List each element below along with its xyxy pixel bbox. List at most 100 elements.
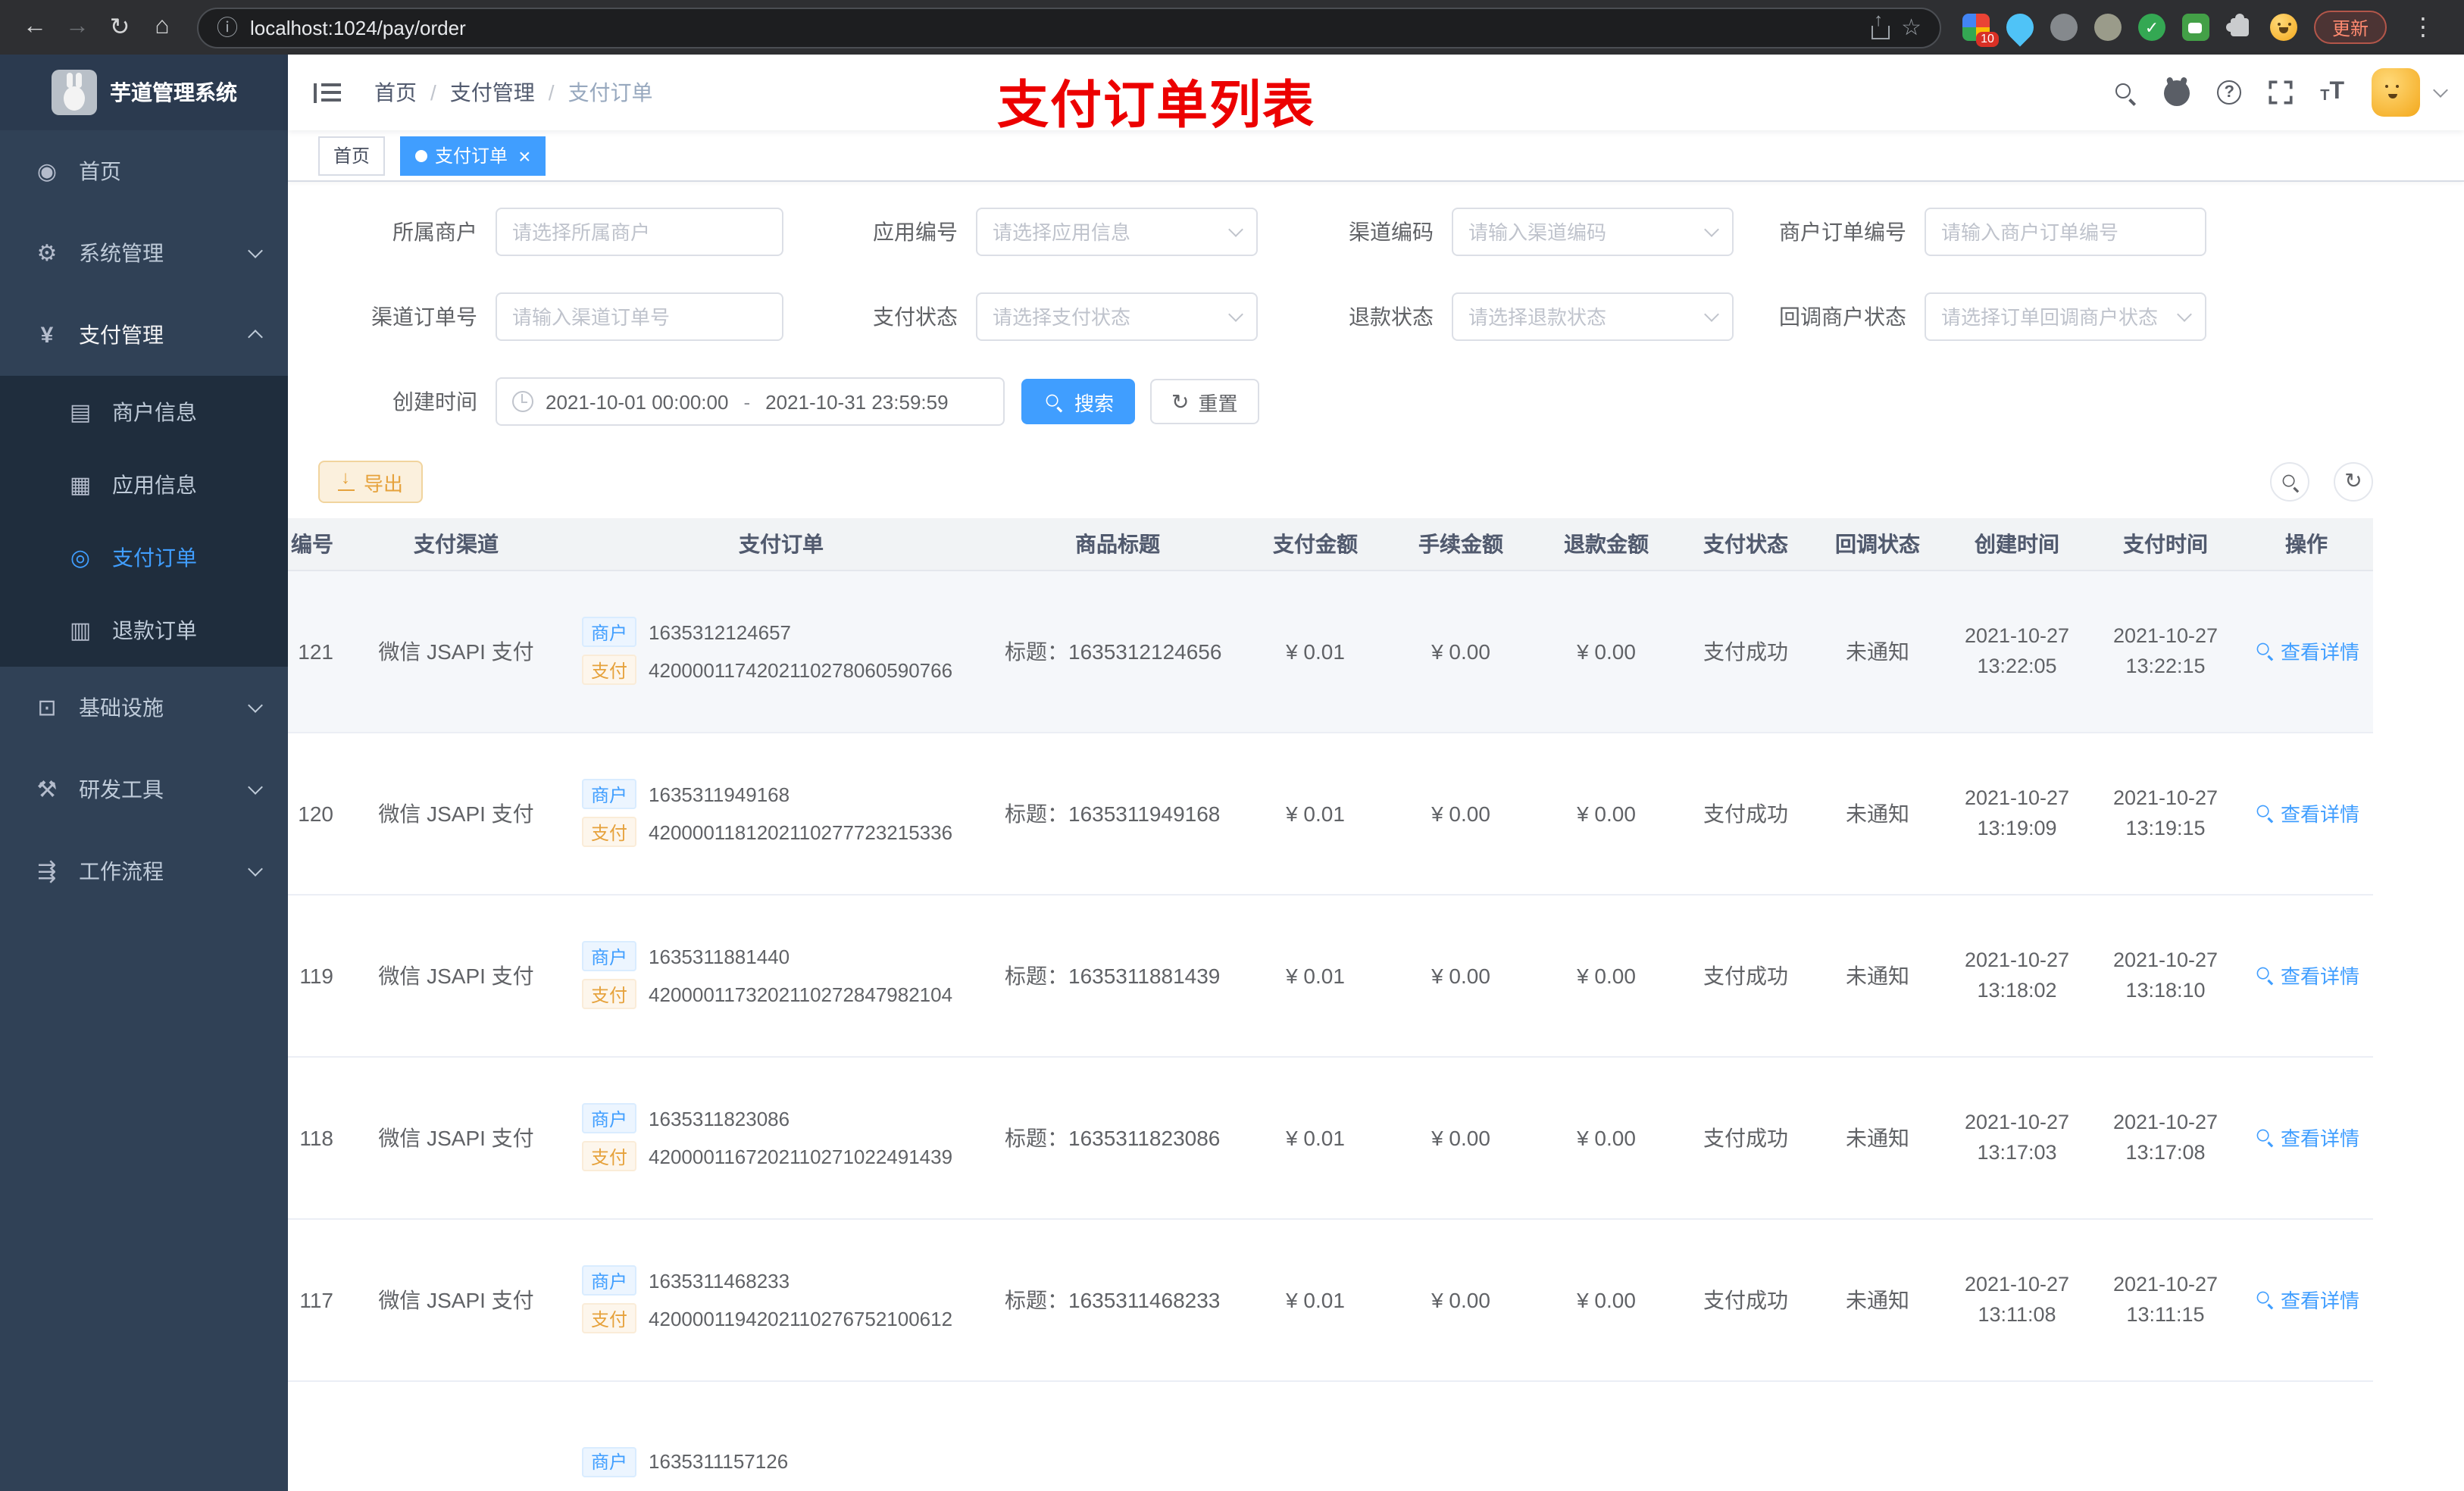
extensions-puzzle-icon[interactable]: [2225, 14, 2249, 36]
search-icon[interactable]: [2114, 81, 2137, 104]
merchant-order-no: 1635311949168: [649, 783, 790, 805]
sidebar-item-home[interactable]: 首页: [0, 130, 288, 212]
extension-check-icon[interactable]: [2137, 14, 2165, 41]
reset-button-label: 重置: [1198, 392, 1238, 414]
user-avatar[interactable]: [2372, 68, 2420, 117]
pay-amount: ¥ 0.01: [1243, 732, 1388, 895]
search-button[interactable]: 搜索: [1021, 379, 1136, 424]
reset-button[interactable]: 重置: [1150, 379, 1259, 424]
browser-update-button[interactable]: 更新: [2313, 11, 2387, 44]
chevron-down-icon[interactable]: [2433, 83, 2448, 98]
address-bar[interactable]: localhost:1024/pay/order: [197, 7, 1941, 48]
pay-status-input[interactable]: [993, 305, 1221, 328]
app-select[interactable]: [976, 208, 1258, 256]
filter-label: 所属商户: [392, 220, 477, 244]
chevron-down-icon: [248, 242, 263, 258]
browser-back-icon[interactable]: [15, 8, 55, 47]
pay-order-table: 编号 支付渠道 支付订单 商品标题 支付金额 手续金额 退款金额 支付状态 回调…: [288, 518, 2373, 1491]
create-date: 2021-10-27: [1964, 948, 2070, 971]
browser-profile-avatar[interactable]: [2269, 14, 2297, 41]
merchant-tag: 商户: [582, 941, 637, 971]
merchant-order-no: 1635311823086: [649, 1107, 790, 1130]
sidebar-item-system[interactable]: 系统管理: [0, 212, 288, 294]
sidebar-item-app-info[interactable]: 应用信息: [0, 449, 288, 521]
sidebar-toggle-icon[interactable]: [314, 82, 341, 103]
view-detail-link[interactable]: 查看详情: [2253, 1122, 2359, 1151]
pay-amount: ¥ 0.01: [1243, 570, 1388, 733]
site-info-icon[interactable]: [217, 17, 238, 38]
clock-icon: [512, 391, 533, 412]
breadcrumb-home[interactable]: 首页: [374, 77, 417, 108]
app-logo-area[interactable]: 芋道管理系统: [0, 55, 288, 130]
view-detail-link[interactable]: 查看详情: [2253, 1284, 2359, 1313]
table-row: 120 微信 JSAPI 支付 商户 1635311949168 支付 420000…: [288, 732, 2373, 895]
extension-colorful-icon[interactable]: 10: [1962, 14, 1999, 47]
view-detail-link[interactable]: 查看详情: [2253, 798, 2359, 827]
merchant-select[interactable]: [496, 208, 783, 256]
refund-amount: ¥ 0.00: [1534, 570, 1679, 733]
browser-menu-icon[interactable]: [2403, 8, 2443, 47]
sidebar-item-workflow[interactable]: 工作流程: [0, 830, 288, 912]
col-actions: 操作: [2240, 518, 2373, 570]
channel-code-input[interactable]: [1468, 220, 1697, 243]
date-start[interactable]: 2021-10-01 00:00:00: [546, 390, 728, 413]
extension-drop-icon[interactable]: [2000, 8, 2040, 47]
help-icon[interactable]: [2217, 80, 2242, 105]
view-detail-link[interactable]: 查看详情: [2253, 960, 2359, 989]
merchant-input[interactable]: [512, 220, 767, 243]
merchant-order-no-field[interactable]: [1925, 208, 2206, 256]
extension-globe-icon[interactable]: [2050, 14, 2078, 41]
search-icon: [2256, 1127, 2274, 1146]
browser-reload-icon[interactable]: [100, 8, 139, 47]
extensions-area: 10 更新: [1956, 8, 2449, 47]
sidebar-item-merchant-info[interactable]: 商户信息: [0, 376, 288, 449]
product-title: 标题：1635311949168: [993, 732, 1243, 895]
channel-order-no-field[interactable]: [496, 292, 783, 341]
fullscreen-icon[interactable]: [2269, 80, 2293, 105]
extension-chat-icon[interactable]: [2181, 14, 2209, 41]
pay-tag: 支付: [582, 655, 637, 685]
font-size-icon[interactable]: [2320, 80, 2344, 105]
col-id: 编号: [291, 531, 333, 556]
browser-home-icon[interactable]: [142, 8, 182, 47]
tab-home[interactable]: 首页: [318, 136, 386, 175]
pay-time: 13:17:08: [2125, 1140, 2206, 1163]
date-range-picker[interactable]: 2021-10-01 00:00:00 - 2021-10-31 23:59:5…: [496, 377, 1005, 426]
view-detail-link[interactable]: 查看详情: [2253, 636, 2359, 664]
notify-status-input[interactable]: [1941, 305, 2170, 328]
sidebar-item-infrastructure[interactable]: 基础设施: [0, 667, 288, 749]
toggle-search-button[interactable]: [2270, 462, 2309, 502]
sidebar-item-payment[interactable]: 支付管理: [0, 294, 288, 376]
export-button[interactable]: 导出: [318, 461, 424, 503]
notify-status-select[interactable]: [1925, 292, 2206, 341]
refund-status-input[interactable]: [1468, 305, 1697, 328]
refresh-table-button[interactable]: [2334, 462, 2373, 502]
sidebar-item-label: 首页: [79, 159, 121, 183]
sidebar-item-label: 研发工具: [79, 777, 164, 802]
refund-status-select[interactable]: [1452, 292, 1734, 341]
extension-circle-icon[interactable]: [2093, 14, 2122, 41]
sidebar-item-refund-order[interactable]: 退款订单: [0, 594, 288, 667]
browser-forward-icon[interactable]: [58, 8, 97, 47]
date-end[interactable]: 2021-10-31 23:59:59: [765, 390, 948, 413]
app-input[interactable]: [993, 220, 1221, 243]
sidebar-item-devtools[interactable]: 研发工具: [0, 749, 288, 830]
merchant-order-no-input[interactable]: [1941, 220, 2190, 243]
sidebar-item-label: 系统管理: [79, 241, 164, 265]
channel-code-select[interactable]: [1452, 208, 1734, 256]
merchant-order-no: 1635312124657: [649, 620, 792, 643]
close-icon[interactable]: [518, 145, 530, 166]
sidebar-item-pay-order[interactable]: 支付订单: [0, 521, 288, 594]
tab-pay-order[interactable]: 支付订单: [400, 136, 546, 175]
share-icon[interactable]: [1871, 8, 1890, 39]
pay-status-select[interactable]: [976, 292, 1258, 341]
breadcrumb-payment[interactable]: 支付管理: [450, 77, 535, 108]
fee-amount: ¥ 0.00: [1388, 1056, 1534, 1219]
pay-status: 支付成功: [1679, 1056, 1812, 1219]
monitor-icon: [33, 694, 61, 721]
sidebar-item-label: 基础设施: [79, 695, 164, 720]
github-icon[interactable]: [2164, 80, 2190, 105]
channel-order-no-input[interactable]: [512, 305, 767, 328]
bookmark-star-icon[interactable]: [1901, 14, 1921, 41]
merchant-tag: 商户: [582, 617, 637, 647]
